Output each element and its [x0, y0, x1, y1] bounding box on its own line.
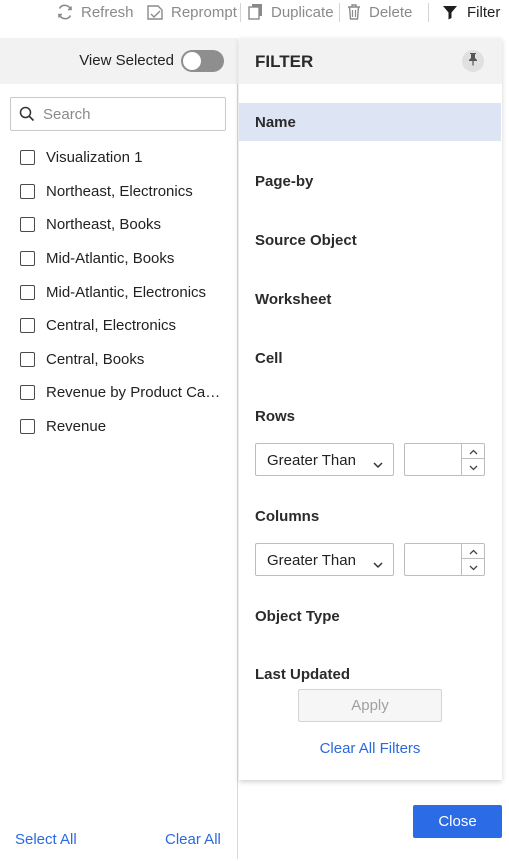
- item-checkbox[interactable]: [20, 285, 35, 300]
- item-checkbox[interactable]: [20, 318, 35, 333]
- reprompt-icon: [145, 2, 165, 22]
- columns-value-input[interactable]: [405, 544, 461, 575]
- item-label: Visualization 1: [46, 149, 143, 166]
- filter-section-label: Page-by: [255, 173, 314, 190]
- clear-all-filters-link[interactable]: Clear All Filters: [239, 740, 501, 757]
- filter-header: FILTER: [239, 38, 502, 84]
- refresh-button[interactable]: Refresh: [55, 0, 134, 24]
- filter-section-worksheet[interactable]: Worksheet: [239, 280, 501, 318]
- filter-button[interactable]: Filter: [442, 0, 500, 24]
- columns-decrement-button[interactable]: [462, 559, 484, 574]
- clear-all-button[interactable]: Clear All: [165, 831, 221, 848]
- item-label: Revenue: [46, 418, 107, 435]
- filter-section-last-updated[interactable]: Last Updated: [239, 655, 501, 685]
- view-selected-bar: View Selected: [0, 38, 238, 84]
- filter-section-label: Worksheet: [255, 291, 332, 308]
- item-label: Revenue by Product Cat…: [46, 384, 222, 401]
- rows-value-input[interactable]: [405, 444, 461, 475]
- list-item[interactable]: Central, Books: [0, 343, 237, 377]
- item-checkbox[interactable]: [20, 419, 35, 434]
- trash-icon: [345, 2, 363, 22]
- delete-button[interactable]: Delete: [345, 0, 412, 24]
- list-item[interactable]: Mid-Atlantic, Books: [0, 242, 237, 276]
- item-label: Central, Books: [46, 351, 145, 368]
- filter-section-label: Object Type: [255, 608, 340, 625]
- filter-section-label: Source Object: [255, 232, 357, 249]
- view-selected-label: View Selected: [79, 52, 174, 69]
- list-item[interactable]: Visualization 1: [0, 141, 237, 175]
- filter-panel: FILTER Name Page-by Source Object Worksh…: [239, 38, 502, 780]
- list-item[interactable]: Central, Electronics: [0, 309, 237, 343]
- pin-icon: [468, 52, 478, 71]
- item-label: Northeast, Books: [46, 216, 162, 233]
- item-label: Mid-Atlantic, Electronics: [46, 284, 207, 301]
- rows-operator-select[interactable]: Greater Than: [255, 443, 394, 476]
- filter-section-source-object[interactable]: Source Object: [239, 221, 501, 259]
- item-checkbox[interactable]: [20, 251, 35, 266]
- list-item[interactable]: Mid-Atlantic, Electronics: [0, 276, 237, 310]
- reprompt-button[interactable]: Reprompt: [145, 0, 237, 24]
- refresh-label: Refresh: [81, 3, 134, 21]
- columns-operator-value: Greater Than: [267, 552, 356, 569]
- chevron-down-icon: [373, 456, 383, 474]
- toolbar-divider: [240, 3, 241, 22]
- filter-section-object-type[interactable]: Object Type: [239, 597, 501, 635]
- delete-label: Delete: [369, 3, 413, 21]
- rows-decrement-button[interactable]: [462, 459, 484, 474]
- rows-spinner: [461, 444, 484, 475]
- item-checkbox[interactable]: [20, 184, 35, 199]
- columns-value-stepper: [404, 543, 485, 576]
- duplicate-button[interactable]: Duplicate: [247, 0, 334, 24]
- item-label: Mid-Atlantic, Books: [46, 250, 175, 267]
- filter-section-columns: Columns: [239, 497, 501, 535]
- toggle-knob: [183, 52, 201, 70]
- list-item[interactable]: Northeast, Electronics: [0, 175, 237, 209]
- toolbar-divider: [339, 3, 340, 22]
- search-icon: [19, 106, 35, 127]
- columns-operator-select[interactable]: Greater Than: [255, 543, 394, 576]
- chevron-down-icon: [373, 556, 383, 574]
- item-checkbox[interactable]: [20, 150, 35, 165]
- chevron-down-icon: [469, 558, 478, 576]
- apply-button[interactable]: Apply: [298, 689, 442, 722]
- toolbar: Refresh Reprompt Duplicate Delete Filter: [0, 0, 509, 26]
- view-selected-toggle[interactable]: [181, 50, 224, 72]
- filter-section-label: Name: [255, 114, 296, 131]
- filter-section-label: Cell: [255, 350, 283, 367]
- filter-section-label: Rows: [255, 408, 296, 425]
- close-button[interactable]: Close: [413, 805, 502, 838]
- object-list-panel: View Selected Visualization 1 Northeast,…: [0, 38, 238, 859]
- filter-section-label: Columns: [255, 508, 320, 525]
- filter-section-rows: Rows: [239, 397, 501, 435]
- select-all-button[interactable]: Select All: [15, 831, 77, 848]
- duplicate-icon: [247, 2, 265, 22]
- filter-section-page-by[interactable]: Page-by: [239, 162, 501, 200]
- filter-icon: [442, 2, 458, 22]
- reprompt-label: Reprompt: [171, 3, 237, 21]
- filter-section-cell[interactable]: Cell: [239, 339, 501, 377]
- filter-section-name[interactable]: Name: [239, 103, 501, 141]
- rows-value-stepper: [404, 443, 485, 476]
- list-item[interactable]: Northeast, Books: [0, 208, 237, 242]
- item-label: Northeast, Electronics: [46, 183, 193, 200]
- list-item[interactable]: Revenue: [0, 410, 237, 444]
- toolbar-divider: [428, 3, 429, 22]
- columns-spinner: [461, 544, 484, 575]
- item-checkbox[interactable]: [20, 217, 35, 232]
- refresh-icon: [55, 2, 75, 22]
- list-footer: Select All Clear All: [0, 819, 238, 859]
- list-item[interactable]: Revenue by Product Cat…: [0, 376, 237, 410]
- filter-label: Filter: [467, 3, 501, 21]
- search-input[interactable]: [43, 98, 221, 130]
- item-label: Central, Electronics: [46, 317, 177, 334]
- search-box: [10, 97, 226, 131]
- filter-title: FILTER: [255, 52, 314, 71]
- duplicate-label: Duplicate: [271, 3, 334, 21]
- item-checkbox[interactable]: [20, 352, 35, 367]
- chevron-down-icon: [469, 458, 478, 476]
- pin-button[interactable]: [462, 50, 484, 72]
- filter-section-label: Last Updated: [255, 666, 351, 683]
- item-checkbox[interactable]: [20, 385, 35, 400]
- rows-operator-value: Greater Than: [267, 452, 356, 469]
